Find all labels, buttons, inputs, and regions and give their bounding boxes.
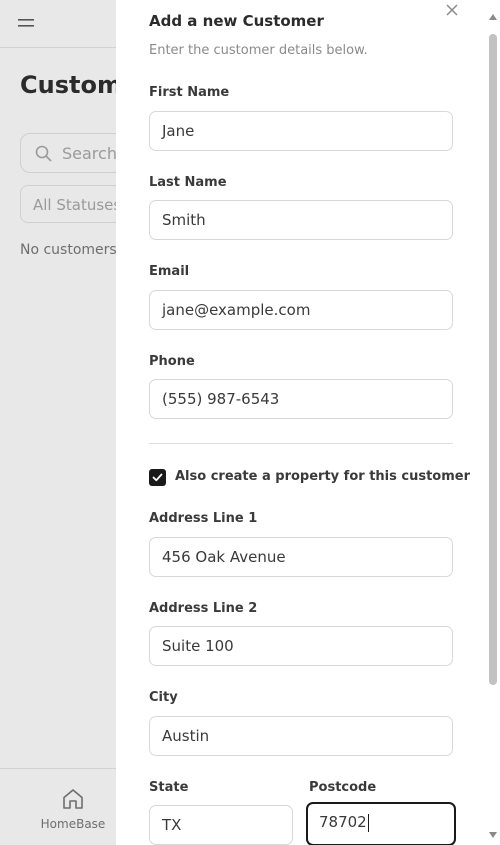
text-caret <box>367 813 369 832</box>
scrollbar[interactable] <box>486 0 500 845</box>
postcode-label: Postcode <box>309 780 377 795</box>
first-name-label: First Name <box>149 85 230 100</box>
nav-home-label: HomeBase <box>40 817 106 831</box>
address1-label: Address Line 1 <box>149 511 258 526</box>
create-property-label[interactable]: Also create a property for this customer <box>175 469 470 484</box>
city-field[interactable]: Austin <box>149 716 453 756</box>
add-customer-sheet: Add a new Customer Enter the customer de… <box>116 0 500 845</box>
search-icon <box>35 145 52 162</box>
scroll-down-arrow-icon[interactable] <box>489 832 497 838</box>
sheet-title: Add a new Customer <box>149 12 324 30</box>
scrollbar-thumb[interactable] <box>489 34 497 685</box>
city-label: City <box>149 690 178 705</box>
state-label: State <box>149 780 189 795</box>
home-icon <box>63 789 83 809</box>
search-placeholder: Search <box>62 144 117 163</box>
email-label: Email <box>149 264 190 279</box>
first-name-field[interactable]: Jane <box>149 111 453 151</box>
check-icon <box>152 473 163 482</box>
address2-field[interactable]: Suite 100 <box>149 626 453 666</box>
last-name-field[interactable]: Smith <box>149 200 453 240</box>
close-icon[interactable] <box>445 3 459 17</box>
last-name-label: Last Name <box>149 175 227 190</box>
nav-item-home[interactable]: HomeBase <box>28 787 118 831</box>
address1-field[interactable]: 456 Oak Avenue <box>149 537 453 577</box>
section-divider <box>149 443 453 444</box>
empty-state-message: No customers f <box>20 242 127 258</box>
postcode-value: 78702 <box>319 813 367 831</box>
email-field[interactable]: jane@example.com <box>149 290 453 330</box>
address2-label: Address Line 2 <box>149 601 258 616</box>
sheet-subtitle: Enter the customer details below. <box>149 43 368 58</box>
state-field[interactable]: TX <box>149 805 293 845</box>
create-property-checkbox[interactable] <box>149 469 166 486</box>
scroll-up-arrow-icon[interactable] <box>489 14 497 20</box>
menu-icon[interactable] <box>18 17 34 29</box>
phone-label: Phone <box>149 354 195 369</box>
postcode-field[interactable]: 78702 <box>306 802 456 845</box>
phone-field[interactable]: (555) 987-6543 <box>149 379 453 419</box>
status-filter-value: All Statuses <box>33 196 122 214</box>
